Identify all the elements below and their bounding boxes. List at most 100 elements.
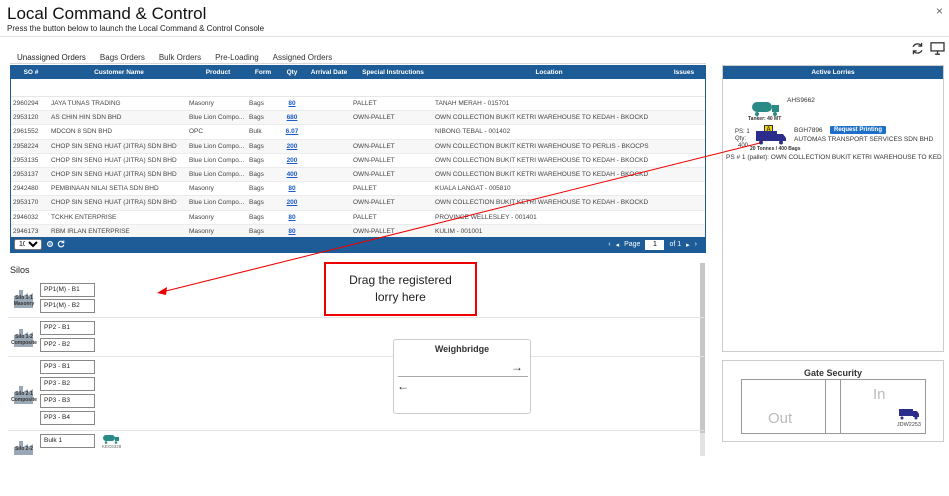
page-size-select[interactable]: 10 (14, 239, 42, 250)
close-icon[interactable]: × (936, 4, 943, 18)
qty-link[interactable]: 200 (287, 199, 298, 206)
silo-bin[interactable]: PP1(M) - B1 (40, 283, 95, 297)
column-header-special-instructions[interactable]: Special Instructions (351, 69, 433, 76)
column-header-customer[interactable]: Customer Name (49, 69, 187, 76)
qty-link[interactable]: 6.07 (286, 128, 299, 135)
page-number-input[interactable]: 1 (645, 239, 665, 250)
prev-page-button[interactable]: ◂ (616, 241, 620, 249)
column-header-so[interactable]: SO # (11, 69, 49, 76)
cell-form: Bags (249, 185, 264, 193)
gate-in-zone[interactable]: In JDW2253 (841, 379, 926, 434)
silo-group: Silo 2-2 Bulk 1 KEC6328 (8, 431, 704, 455)
silo-name: Silo 2-2 (15, 446, 33, 452)
tanker-icon[interactable] (102, 434, 120, 444)
table-row[interactable]: 2961552 MDCON 8 SDN BHD OPC Bulk 6.07 NIBONG … (11, 125, 705, 140)
cell-so: 2953135 (13, 156, 39, 164)
settings-icon[interactable] (46, 240, 54, 250)
cell-product: Blue Lion Compo... (189, 199, 245, 207)
tanker-icon[interactable] (751, 100, 781, 117)
silo-name: Silo 1-1 Masonry (13, 295, 35, 307)
next-page-button[interactable]: ▸ (686, 241, 690, 249)
qty-link[interactable]: 400 (287, 171, 298, 178)
drag-hint-callout: Drag the registered lorry here (324, 262, 477, 316)
table-row[interactable]: 2958224 CHOP SIN SENG HUAT (JITRA) SDN BH… (11, 139, 705, 154)
cell-product: Masonry (189, 227, 214, 235)
column-header-arrival-date[interactable]: Arrival Date (305, 69, 351, 76)
qty-link[interactable]: 680 (287, 114, 298, 121)
cell-qty: 200 (277, 143, 305, 150)
table-row[interactable]: 2953120 AS CHIN HIN SDN BHD Blue Lion Comp… (11, 111, 705, 126)
table-filter-row[interactable] (11, 79, 705, 97)
table-row[interactable]: 2942480 PEMBINAAN NILAI SETIA SDN BHD Maso… (11, 182, 705, 197)
qty-link[interactable]: 80 (288, 185, 295, 192)
monitor-icon[interactable] (930, 42, 945, 55)
cell-qty: 6.07 (277, 128, 305, 135)
cell-customer: CHOP SIN SENG HUAT (JITRA) SDN BHD (51, 171, 177, 179)
qty-link[interactable]: 200 (287, 157, 298, 164)
cell-special-instructions: OWN-PALLET (353, 114, 395, 122)
cell-so: 2953170 (13, 199, 39, 207)
request-printing-button[interactable]: Request Printing (830, 126, 887, 134)
lorry-plate: BGH7896 (794, 127, 823, 134)
table-row[interactable]: 2953137 CHOP SIN SENG HUAT (JITRA) SDN BH… (11, 167, 705, 183)
cell-qty: 80 (277, 228, 305, 235)
silo-group: Silo 1-2 Composite PP2 - B1 PP2 - B2 (8, 318, 704, 357)
cell-form: Bags (249, 213, 264, 221)
cell-form: Bags (249, 142, 264, 150)
silo-bin[interactable]: PP3 - B2 (40, 377, 95, 391)
last-page-button[interactable]: › (695, 241, 697, 248)
cell-form: Bags (249, 156, 264, 164)
silo-bin[interactable]: PP3 - B4 (40, 411, 95, 425)
column-header-form[interactable]: Form (247, 69, 277, 76)
column-header-issues[interactable]: Issues (663, 69, 703, 76)
gate-out-zone[interactable]: Out (741, 379, 826, 434)
first-page-button[interactable]: ‹ (608, 241, 610, 248)
page-title: Local Command & Control (7, 4, 207, 23)
orders-table: SO # Customer Name Product Form Qty Arri… (10, 65, 706, 253)
weighbridge-divider (398, 376, 528, 377)
table-row[interactable]: 2953135 CHOP SIN SENG HUAT (JITRA) SDN BH… (11, 154, 705, 168)
silo-name: Silo 2-1 Composite (11, 391, 37, 403)
qty-link[interactable]: 80 (288, 228, 295, 235)
weighbridge-panel[interactable]: Weighbridge → ← (393, 339, 531, 414)
cell-location: PROVINCE WELLESLEY - 001401 (435, 213, 537, 221)
silo-bin[interactable]: PP3 - B3 (40, 394, 95, 408)
silo-bin[interactable]: PP1(M) - B2 (40, 299, 95, 313)
table-row[interactable]: 2946032 TCKHK ENTERPRISE Masonry Bags 80 PALL… (11, 211, 705, 225)
cell-qty: 80 (277, 214, 305, 221)
refresh-icon[interactable] (911, 42, 924, 55)
cell-product: OPC (189, 128, 204, 136)
cell-location: OWN COLLECTION BUKIT KETRI WAREHOUSE TO … (435, 156, 649, 164)
cell-so: 2946173 (13, 227, 39, 235)
silos-title: Silos (10, 265, 30, 275)
cell-special-instructions: PALLET (353, 213, 377, 221)
table-row[interactable]: 2960294 JAYA TUNAS TRADING Masonry Bags 80 PA… (11, 97, 705, 112)
lorry-plate: KEC6328 (102, 444, 122, 449)
qty-link[interactable]: 200 (287, 143, 298, 150)
lorry-icon[interactable] (898, 408, 920, 420)
silo-bin[interactable]: Bulk 1 (40, 434, 95, 448)
cell-customer: CHOP SIN SENG HUAT (JITRA) SDN BHD (51, 156, 177, 164)
gate-security-panel: Gate Security Out In JDW2253 (722, 360, 944, 442)
column-header-product[interactable]: Product (187, 69, 247, 76)
lorry-icon[interactable] (755, 129, 787, 145)
cell-product: Blue Lion Compo... (189, 114, 245, 122)
gate-out-label: Out (768, 410, 793, 427)
column-header-qty[interactable]: Qty (277, 69, 305, 76)
lorry-company: AUTOMAS TRANSPORT SERVICES SDN BHD (794, 136, 934, 143)
table-row[interactable]: 2953170 CHOP SIN SENG HUAT (JITRA) SDN BH… (11, 196, 705, 211)
cell-location: KUALA LANGAT - 005810 (435, 185, 511, 193)
silo-bin[interactable]: PP3 - B1 (40, 360, 95, 374)
column-header-location[interactable]: Location (433, 69, 663, 76)
cell-location: KULIM - 001001 (435, 227, 483, 235)
active-lorries-panel: Active Lorries AHS9662 Tanker: 40 MT PS:… (722, 65, 944, 352)
qty-link[interactable]: 80 (288, 100, 295, 107)
qty-link[interactable]: 80 (288, 214, 295, 221)
silo-bin[interactable]: PP2 - B1 (40, 321, 95, 335)
cell-product: Masonry (189, 100, 214, 108)
silo-bin[interactable]: PP2 - B2 (40, 338, 95, 352)
cell-qty: 200 (277, 157, 305, 164)
table-header: SO # Customer Name Product Form Qty Arri… (11, 66, 705, 79)
cell-form: Bags (249, 100, 264, 108)
refresh-table-icon[interactable] (57, 239, 65, 250)
